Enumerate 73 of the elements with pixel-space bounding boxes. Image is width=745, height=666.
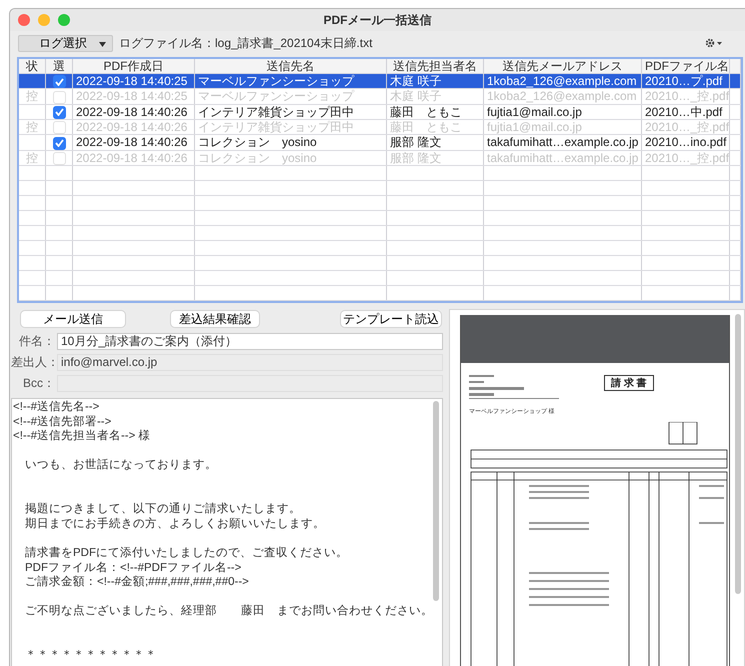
field-label: 件名： [18,332,56,350]
table-cell: 2022-09-18 14:40:25 [72,74,194,89]
caret-icon [99,42,106,47]
body-text-line: ご請求金額：<!--#金額;###,###,###,##0--> [24,575,249,590]
table-row[interactable]: 2022-09-18 14:40:26 コレクション yosino 服部 隆文 takafumihatt…example.co.jp 20210…ino.pdf [19,134,740,150]
send-mail-button[interactable]: メール送信 [21,311,125,327]
column-header[interactable]: 送信先名 [194,59,386,74]
field-label: Bcc： [22,374,56,392]
window-control-button[interactable] [58,14,70,26]
table-cell: 控 [19,150,46,166]
scrollbar[interactable] [433,401,439,601]
log-select-button[interactable]: ログ選択 [18,34,113,52]
table-cell: 20210…ino.pdf [642,134,730,150]
field-label: 差出人： [11,354,57,370]
table-cell: インテリア雑貨ショップ田中 [194,104,386,120]
table-cell: fujtia1@mail.co.jp [484,104,642,120]
message-body-field[interactable] [11,398,443,666]
table-cell: 控 [19,119,46,135]
table-cell: コレクション yosino [194,150,386,166]
table-cell: 20210…中.pdf [642,104,730,120]
table-cell: 藤田 ともこ [386,119,484,135]
column-header[interactable]: PDFファイル名 [642,59,730,74]
table-cell: マーベルファンシーショップ [194,88,386,104]
table-cell: インテリア雑貨ショップ田中 [194,119,386,135]
body-text-line: <!--#送信先部署--> [13,414,112,430]
body-text-line: 掲題につきまして、以下の通りご請求いたします。 [24,502,301,517]
body-text-line: ＊＊＊＊＊＊＊＊＊＊＊ [24,648,157,663]
table-cell: 2022-09-18 14:40:26 [72,104,194,120]
table-cell: 控 [19,88,46,104]
table-cell: マーベルファンシーショップ [194,74,386,89]
table-row[interactable]: 2022-09-18 14:40:26 インテリア雑貨ショップ田中 藤田 ともこ fujtia1@mail.co.jp 20210…中.pdf [19,104,740,120]
table-cell: 服部 隆文 [386,134,484,150]
body-text-line: 請求書をPDFにて添付いたしましたので、ご査収ください。 [24,546,348,561]
checkbox[interactable] [52,106,66,118]
checkbox[interactable] [52,75,66,88]
table-cell: コレクション yosino [194,134,386,150]
table-cell: 藤田 ともこ [386,104,484,120]
column-header[interactable]: 状 [19,59,46,74]
table-cell: 2022-09-18 14:40:26 [72,119,194,135]
body-text-line: いつも、お世話になっております。 [24,458,217,473]
window-control-button[interactable] [18,14,30,26]
column-header[interactable]: 送信先メールアドレス [484,59,642,74]
settings-icon[interactable] [705,38,723,48]
column-header[interactable]: 送信先担当者名 [386,59,484,74]
table-cell: 服部 隆文 [386,150,484,166]
window-control-button[interactable] [38,14,50,26]
column-header[interactable]: 選 [46,59,72,74]
log-file-name: ログファイル名：log_請求書_202104末日締.txt [119,34,372,52]
column-header[interactable]: PDF作成日 [72,59,194,74]
load-template-button[interactable]: テンプレート読込 [341,311,441,327]
window-title: PDFメール一括送信 [324,12,432,28]
table-cell: 1koba2_126@example.com [484,88,642,104]
table-cell: fujtia1@mail.co.jp [484,119,642,135]
table-cell: 2022-09-18 14:40:26 [72,134,194,150]
table-cell: 木庭 咲子 [386,74,484,89]
table-row[interactable]: 2022-09-18 14:40:25 マーベルファンシーショップ 木庭 咲子 1koba2_126@example.com 20210…プ.pdf [19,74,740,89]
table-cell: 20210…プ.pdf [642,74,730,89]
table-cell: 木庭 咲子 [386,88,484,104]
body-text-line: ご不明な点ございましたら、経理部 藤田 までお問い合わせください。 [24,604,433,619]
table-cell: takafumihatt…example.co.jp [484,150,642,166]
checkbox[interactable] [52,136,66,150]
body-text-line: <!--#送信先担当者名--> 様 [13,429,151,444]
body-text-line: <!--#送信先名--> [13,400,100,415]
table-cell: takafumihatt…example.co.jp [484,134,642,150]
document-title: 請 求 書 [604,375,654,391]
table-cell: 2022-09-18 14:40:26 [72,150,194,166]
body-text-line: 期日までにお手続きの方、よろしくお願いいたします。 [24,516,325,532]
input-field[interactable]: 10月分_請求書のご案内（添付） [57,332,443,350]
table-cell: 1koba2_126@example.com [484,74,642,89]
table-cell: 2022-09-18 14:40:25 [72,88,194,104]
body-text-line: PDFファイル名：<!--#PDFファイル名--> [24,560,242,576]
merge-check-button[interactable]: 差込結果確認 [171,311,259,327]
scrollbar[interactable] [735,314,741,594]
